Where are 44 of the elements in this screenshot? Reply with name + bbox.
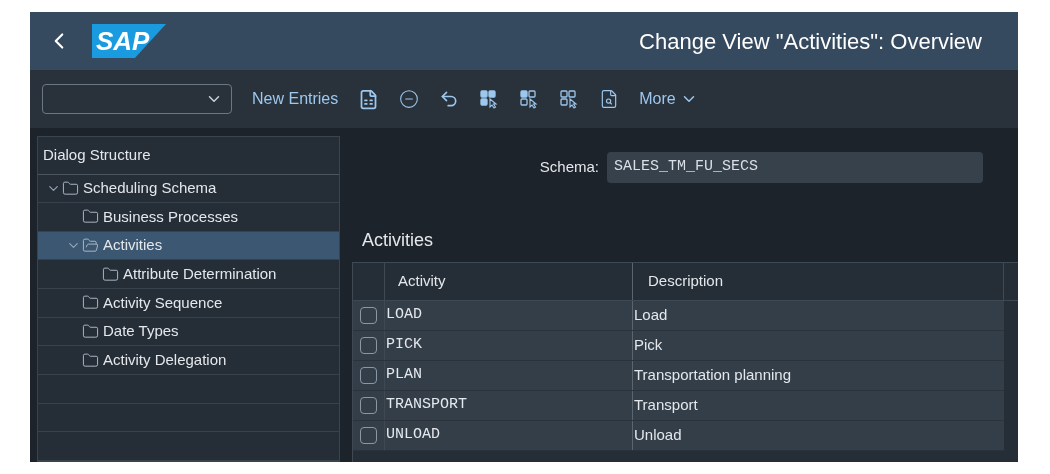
tree-item[interactable]: Business Processes (38, 203, 339, 232)
tree-item[interactable]: Date Types (38, 317, 339, 347)
tree-item[interactable]: Activities (38, 231, 339, 261)
table-cell-text: Pick (634, 335, 663, 356)
table-cell-text: Load (634, 305, 668, 326)
table-cell-text: PICK (386, 335, 422, 356)
column-header: Activity (398, 271, 446, 292)
table-cell-text: Transport (634, 395, 698, 416)
row-checkbox[interactable] (360, 337, 377, 354)
deselect-all-icon[interactable] (559, 89, 580, 109)
select-all-icon[interactable] (479, 89, 500, 109)
table-title: Activities (362, 230, 433, 250)
column-header: Description (648, 271, 724, 292)
tree-item[interactable]: Attribute Determination (38, 260, 339, 290)
table-cell-text: Unload (634, 425, 682, 446)
tree-item[interactable]: Scheduling Schema (38, 174, 339, 204)
folder-icon (82, 208, 99, 226)
table-cell-text: TRANSPORT (386, 395, 467, 416)
select-block-icon[interactable] (519, 89, 540, 109)
open-folder-icon (82, 237, 99, 255)
table-cell-text: Transportation planning (634, 365, 792, 386)
page-title: Change View "Activities": Overview (639, 27, 982, 56)
folder-icon (82, 294, 99, 312)
panel-title: Dialog Structure (43, 145, 151, 165)
more-button[interactable]: More (639, 87, 698, 111)
tree-item[interactable]: Activity Delegation (38, 346, 339, 375)
row-checkbox[interactable] (360, 367, 377, 384)
row-checkbox[interactable] (360, 397, 377, 414)
row-checkbox[interactable] (360, 427, 377, 444)
table-cell-text: UNLOAD (386, 425, 440, 446)
table-cell-text: PLAN (386, 365, 422, 386)
schema-label: Schema: (539, 157, 599, 178)
new-entries-button[interactable]: New Entries (252, 87, 339, 111)
folder-icon (82, 351, 99, 369)
folder-icon (82, 323, 99, 341)
logo: SAP (92, 24, 166, 58)
delete-icon[interactable] (399, 89, 420, 109)
folder-icon (102, 265, 119, 283)
tree-item[interactable]: Activity Sequence (38, 289, 339, 318)
schema-field[interactable]: SALES_TM_FU_SECS (607, 152, 983, 183)
row-checkbox[interactable] (360, 307, 377, 324)
table-cell-text: LOAD (386, 305, 422, 326)
dropdown-field[interactable] (42, 84, 232, 114)
folder-icon (62, 179, 79, 197)
